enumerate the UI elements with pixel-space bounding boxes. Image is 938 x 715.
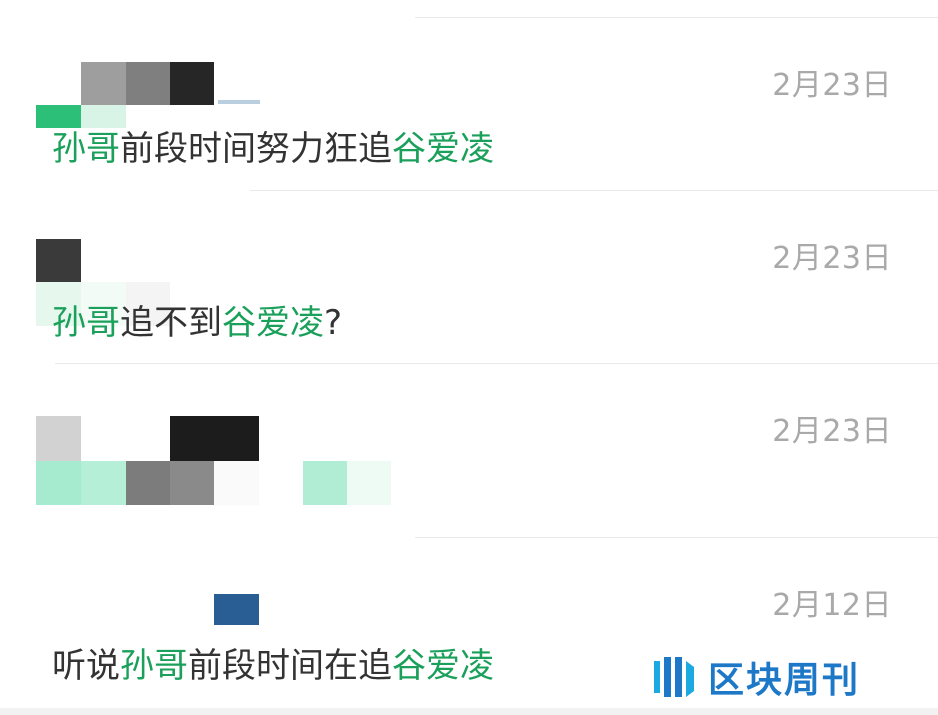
snippet-text: ? [324, 303, 343, 343]
snippet-text: 前段时间努力狂追 [120, 129, 392, 169]
result-date: 2月23日 [772, 414, 892, 449]
highlight-keyword: 谷爱凌 [392, 129, 494, 169]
highlight-keyword: 谷爱凌 [222, 303, 324, 343]
result-snippet: 听说孙哥前段时间在追谷爱凌 [52, 638, 494, 687]
watermark: 区块周刊 [650, 652, 860, 702]
highlight-keyword: 谷爱凌 [392, 646, 494, 686]
result-date: 2月12日 [772, 588, 892, 623]
snippet-text: 追不到 [120, 303, 222, 343]
snippet-text: 听说 [52, 646, 120, 686]
snippet-text: 前段时间在追 [188, 646, 392, 686]
result-snippet: 孙哥前段时间努力狂追谷爱凌 [52, 121, 494, 170]
result-item[interactable]: 2月23日 孙哥追不到谷爱凌? [0, 191, 938, 363]
result-item[interactable]: 2月23日 [0, 364, 938, 537]
result-date: 2月23日 [772, 68, 892, 103]
highlight-keyword: 孙哥 [120, 646, 188, 686]
highlight-keyword: 孙哥 [52, 129, 120, 169]
divider [0, 708, 938, 715]
result-snippet: 孙哥追不到谷爱凌? [52, 295, 342, 344]
watermark-text: 区块周刊 [708, 660, 861, 701]
blockchain-weekly-logo-icon [654, 657, 694, 697]
highlight-keyword: 孙哥 [52, 303, 120, 343]
search-results-page: 2月23日 孙哥前段时间努力狂追谷爱凌 2月23日 孙哥追不到谷爱凌? 2月23… [0, 0, 938, 715]
result-date: 2月23日 [772, 241, 892, 276]
result-item[interactable]: 2月23日 孙哥前段时间努力狂追谷爱凌 [0, 18, 938, 190]
